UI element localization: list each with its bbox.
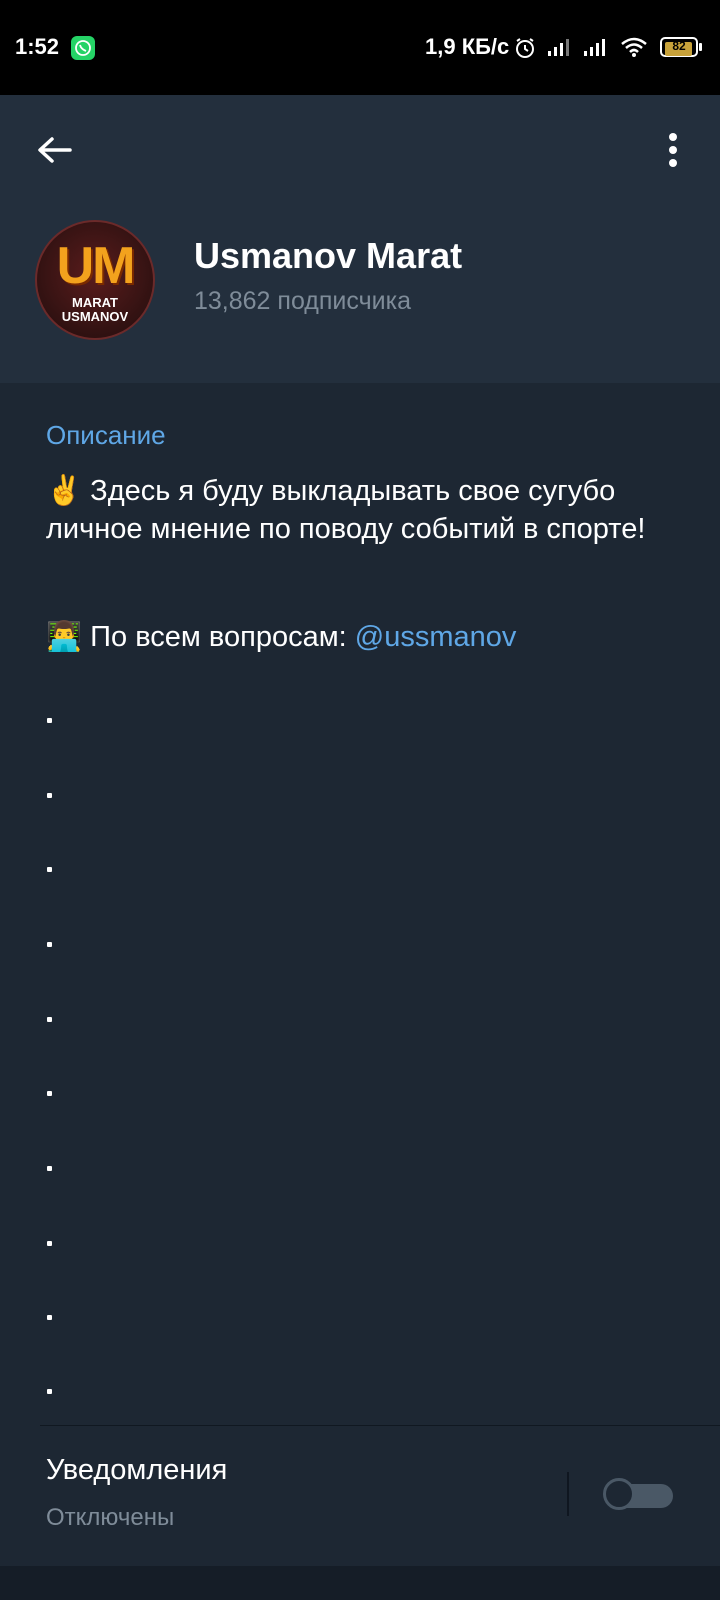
- notifications-label: Уведомления: [46, 1454, 228, 1486]
- status-bar: 1:52 1,9 КБ/с 82: [0, 0, 720, 95]
- network-speed: 1,9 КБ/с: [425, 34, 510, 59]
- notifications-state: Отключены: [46, 1504, 175, 1531]
- description-dot: [47, 867, 52, 872]
- victory-hand-emoji: ✌️: [46, 475, 83, 507]
- contact-mention-link[interactable]: @ussmanov: [355, 621, 517, 653]
- avatar-logo-line1: MARAT: [72, 295, 118, 310]
- description-dot: [47, 1315, 52, 1320]
- description-dot: [47, 718, 52, 723]
- more-options-button[interactable]: [655, 131, 691, 181]
- back-button[interactable]: [30, 131, 80, 181]
- description-dot: [47, 1389, 52, 1394]
- description-dot: [47, 1091, 52, 1096]
- subscriber-count: 13,862 подписчика: [194, 287, 411, 315]
- description-body: Здесь я буду выкладывать свое сугубо лич…: [46, 475, 646, 545]
- battery-icon: 82: [660, 37, 702, 59]
- description-dot: [47, 793, 52, 798]
- row-separator: [567, 1472, 569, 1516]
- channel-header: UM MARAT USMANOV Usmanov Marat 13,862 по…: [0, 95, 720, 383]
- signal-icon: [582, 36, 610, 63]
- channel-avatar[interactable]: UM MARAT USMANOV: [35, 220, 155, 340]
- notifications-row[interactable]: Уведомления Отключены: [0, 1426, 720, 1566]
- arrow-left-icon: [38, 137, 72, 163]
- contact-prefix: По всем вопросам:: [90, 621, 355, 653]
- description-title: Описание: [46, 420, 166, 450]
- description-dot: [47, 942, 52, 947]
- description-text: ✌️ Здесь я буду выкладывать свое сугубо …: [46, 472, 686, 548]
- avatar-logo-line2: USMANOV: [61, 309, 129, 324]
- description-dot: [47, 1017, 52, 1022]
- description-dot: [47, 1241, 52, 1246]
- description-contact: 👨‍💻 По всем вопросам: @ussmanov: [46, 620, 516, 654]
- battery-level: 82: [672, 39, 686, 53]
- signal-icon: [546, 36, 574, 63]
- description-dot: [47, 1166, 52, 1171]
- channel-name: Usmanov Marat: [194, 235, 463, 276]
- alarm-icon: [513, 36, 537, 65]
- notifications-toggle[interactable]: [603, 1478, 673, 1514]
- bottom-strip: [0, 1566, 720, 1600]
- avatar-logo-letters: UM: [56, 237, 136, 295]
- status-time: 1:52: [15, 34, 60, 59]
- whatsapp-icon: [71, 36, 95, 60]
- toggle-knob: [603, 1478, 635, 1510]
- technologist-emoji: 👨‍💻: [46, 621, 83, 653]
- more-vertical-icon: [669, 133, 677, 167]
- wifi-icon: [620, 36, 648, 63]
